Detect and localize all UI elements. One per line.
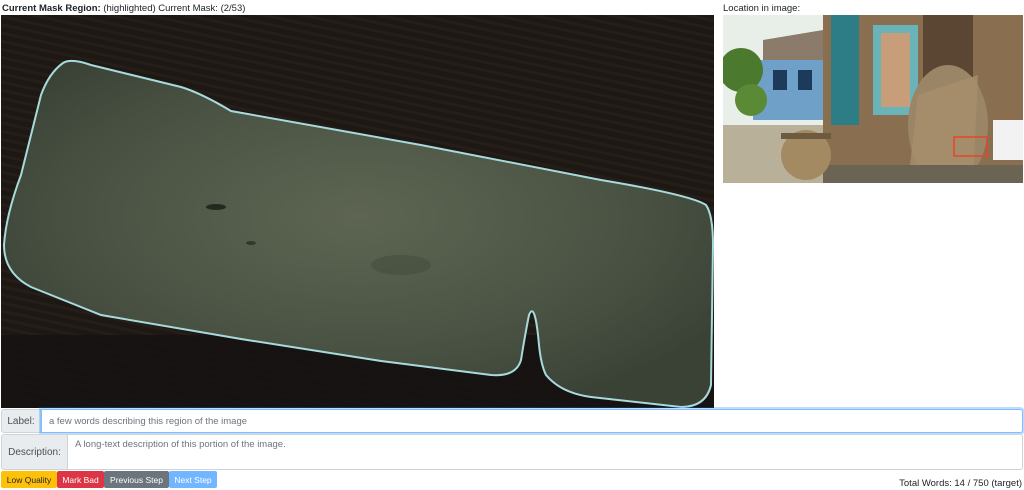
location-label: Location in image: [723, 3, 801, 14]
mark-bad-button[interactable]: Mark Bad [57, 471, 104, 488]
word-count: Total Words: 14 / 750 (target) [899, 478, 1022, 489]
label-caption: Label: [1, 409, 41, 433]
location-thumbnail [723, 15, 1023, 183]
label-input[interactable] [41, 409, 1023, 433]
mask-counter: (highlighted) Current Mask: (2/53) [103, 3, 246, 14]
mask-region-image [1, 15, 714, 408]
mask-region-title: Current Mask Region: [2, 3, 101, 14]
next-step-button[interactable]: Next Step [169, 471, 217, 488]
label-input-group: Label: [1, 409, 1023, 433]
description-caption: Description: [1, 434, 68, 470]
previous-step-button[interactable]: Previous Step [104, 471, 169, 488]
location-scene [723, 15, 1023, 183]
action-buttons: Low Quality Mark Bad Previous Step Next … [1, 471, 217, 488]
description-textarea[interactable] [68, 434, 1023, 470]
description-input-group: Description: [1, 434, 1023, 470]
low-quality-button[interactable]: Low Quality [1, 471, 57, 488]
mask-region-view[interactable] [1, 15, 714, 408]
mask-region-header: Current Mask Region: (highlighted) Curre… [2, 3, 245, 14]
